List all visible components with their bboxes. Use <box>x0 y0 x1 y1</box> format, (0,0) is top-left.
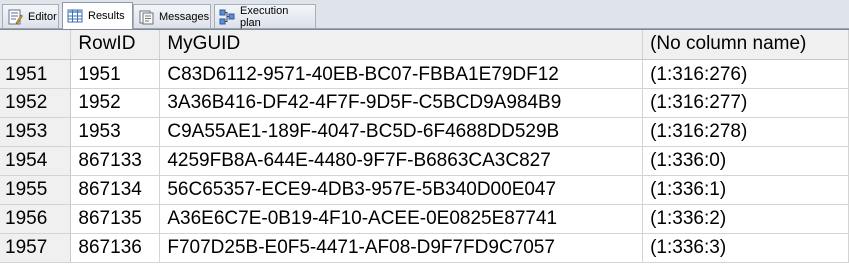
header-row: RowID MyGUID (No column name) <box>0 30 849 60</box>
row-number[interactable]: 1954 <box>0 146 72 176</box>
cell-myguid[interactable]: 56C65357-ECE9-4DB3-957E-5B340D00E047 <box>159 175 644 205</box>
table-row[interactable]: 1952 1952 3A36B416-DF42-4F7F-9D5F-C5BCD9… <box>0 88 849 118</box>
cell-no-column-name[interactable]: (1:316:277) <box>642 88 849 118</box>
results-table: RowID MyGUID (No column name) 1951 1951 … <box>0 30 849 263</box>
cell-no-column-name[interactable]: (1:316:278) <box>642 117 849 147</box>
cell-no-column-name[interactable]: (1:336:2) <box>642 204 849 234</box>
cell-no-column-name[interactable]: (1:336:0) <box>642 146 849 176</box>
tab-messages[interactable]: Messages <box>133 4 211 28</box>
row-number[interactable]: 1956 <box>0 204 72 234</box>
column-header-myguid[interactable]: MyGUID <box>159 30 644 60</box>
row-number[interactable]: 1953 <box>0 117 72 147</box>
table-row[interactable]: 1957 867136 F707D25B-E0F5-4471-AF08-D9F7… <box>0 233 849 263</box>
cell-rowid[interactable]: 867135 <box>70 204 161 234</box>
tab-execution-plan[interactable]: Execution plan <box>214 4 316 29</box>
column-header-rowid[interactable]: RowID <box>70 30 161 60</box>
cell-myguid[interactable]: 4259FB8A-644E-4480-9F7F-B6863CA3C827 <box>159 146 644 176</box>
grid-corner-header[interactable] <box>0 30 72 60</box>
tab-results[interactable]: Results <box>62 2 133 29</box>
table-row[interactable]: 1953 1953 C9A55AE1-189F-4047-BC5D-6F4688… <box>0 117 849 147</box>
cell-myguid[interactable]: C83D6112-9571-40EB-BC07-FBBA1E79DF12 <box>159 59 644 89</box>
table-row[interactable]: 1955 867134 56C65357-ECE9-4DB3-957E-5B34… <box>0 175 849 205</box>
execution-plan-icon <box>219 9 235 25</box>
table-row[interactable]: 1956 867135 A36E6C7E-0B19-4F10-ACEE-0E08… <box>0 204 849 234</box>
cell-rowid[interactable]: 1952 <box>70 88 161 118</box>
tab-editor[interactable]: Editor <box>2 4 59 28</box>
cell-rowid[interactable]: 1951 <box>70 59 161 89</box>
table-row[interactable]: 1951 1951 C83D6112-9571-40EB-BC07-FBBA1E… <box>0 59 849 89</box>
tab-results-label: Results <box>88 10 125 22</box>
cell-no-column-name[interactable]: (1:316:276) <box>642 59 849 89</box>
cell-no-column-name[interactable]: (1:336:1) <box>642 175 849 205</box>
row-number[interactable]: 1951 <box>0 59 72 89</box>
column-header-no-column-name[interactable]: (No column name) <box>642 30 849 60</box>
cell-rowid[interactable]: 1953 <box>70 117 161 147</box>
cell-rowid[interactable]: 867133 <box>70 146 161 176</box>
cell-rowid[interactable]: 867136 <box>70 233 161 263</box>
cell-rowid[interactable]: 867134 <box>70 175 161 205</box>
results-pane-tabs: Editor Results Messages Execution plan <box>0 0 849 29</box>
row-number[interactable]: 1957 <box>0 233 72 263</box>
cell-myguid[interactable]: C9A55AE1-189F-4047-BC5D-6F4688DD529B <box>159 117 644 147</box>
tab-messages-label: Messages <box>159 10 210 23</box>
messages-icon <box>138 9 154 25</box>
tab-editor-label: Editor <box>28 10 57 23</box>
editor-icon <box>7 9 23 25</box>
cell-myguid[interactable]: 3A36B416-DF42-4F7F-9D5F-C5BCD9A984B9 <box>159 88 644 118</box>
row-number[interactable]: 1952 <box>0 88 72 118</box>
row-number[interactable]: 1955 <box>0 175 72 205</box>
grid-icon <box>67 8 83 24</box>
results-grid[interactable]: RowID MyGUID (No column name) 1951 1951 … <box>0 29 849 272</box>
tab-execution-plan-label: Execution plan <box>240 4 289 29</box>
cell-myguid[interactable]: F707D25B-E0F5-4471-AF08-D9F7FD9C7057 <box>159 233 644 263</box>
table-row[interactable]: 1954 867133 4259FB8A-644E-4480-9F7F-B686… <box>0 146 849 176</box>
cell-no-column-name[interactable]: (1:336:3) <box>642 233 849 263</box>
cell-myguid[interactable]: A36E6C7E-0B19-4F10-ACEE-0E0825E87741 <box>159 204 644 234</box>
